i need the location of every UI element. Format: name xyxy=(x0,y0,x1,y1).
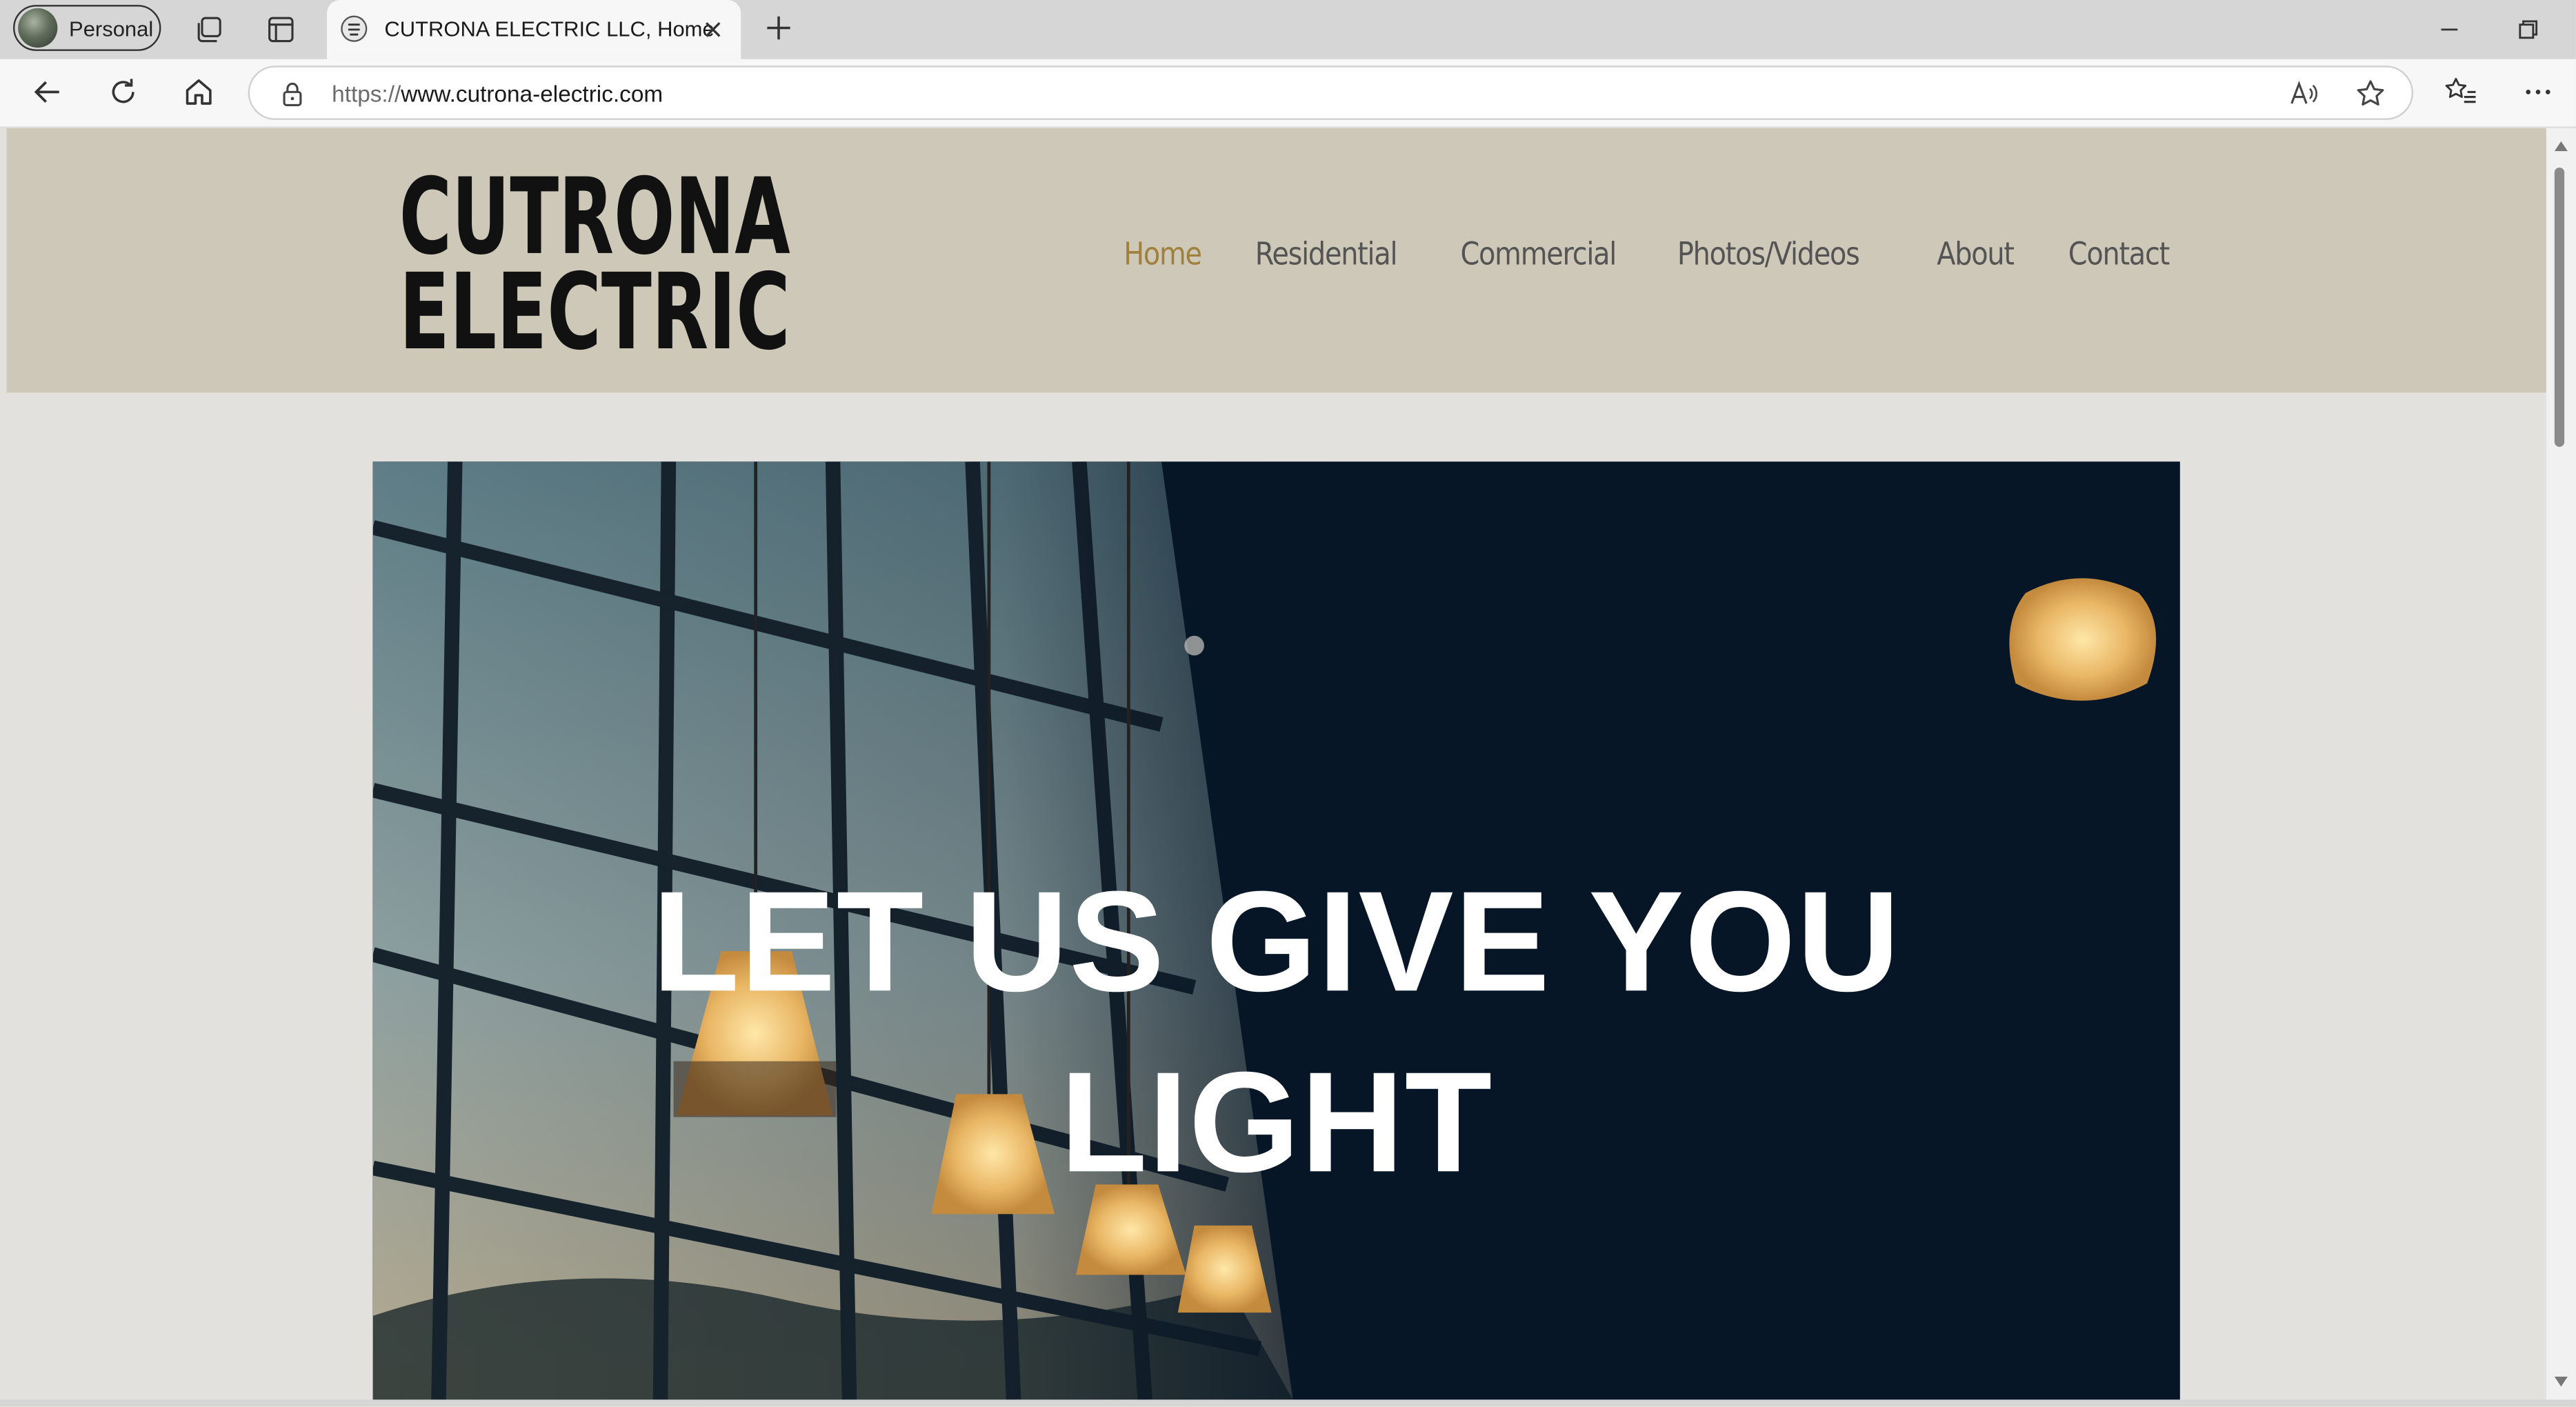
site-header: CUTRONA ELECTRIC Home Residential Commer… xyxy=(6,128,2546,393)
workspaces-icon[interactable] xyxy=(192,13,226,46)
profile-button[interactable]: Personal xyxy=(13,5,161,51)
nav-commercial[interactable]: Commercial xyxy=(1461,237,1617,272)
page-scrollbar[interactable] xyxy=(2546,128,2576,1400)
tab-title: CUTRONA ELECTRIC LLC, Home xyxy=(384,16,715,41)
scroll-up-icon[interactable] xyxy=(2553,138,2569,154)
minimize-icon[interactable] xyxy=(2433,13,2466,46)
avatar xyxy=(18,8,58,48)
active-tab[interactable]: CUTRONA ELECTRIC LLC, Home xyxy=(326,0,741,59)
scroll-down-icon[interactable] xyxy=(2553,1373,2569,1390)
url-text[interactable]: https://www.cutrona-electric.com xyxy=(332,81,663,107)
address-bar[interactable]: https://www.cutrona-electric.com xyxy=(248,66,2413,120)
page-viewport: CUTRONA ELECTRIC Home Residential Commer… xyxy=(6,128,2546,1400)
home-icon[interactable] xyxy=(181,74,217,110)
tab-strip: Personal CUTRONA ELECTRIC LLC, Home xyxy=(0,0,2576,59)
favorite-star-icon[interactable] xyxy=(2354,77,2387,110)
tab-actions-icon[interactable] xyxy=(264,13,297,46)
url-host: www.cutrona-electric.com xyxy=(401,80,663,107)
refresh-icon[interactable] xyxy=(105,74,141,110)
site-favicon-icon xyxy=(341,15,368,42)
hero-headline: LET US GIVE YOU LIGHT xyxy=(373,852,2180,1214)
scrollbar-thumb[interactable] xyxy=(2554,167,2565,447)
hero-banner: LET US GIVE YOU LIGHT xyxy=(372,461,2180,1400)
nav-about[interactable]: About xyxy=(1937,237,2015,272)
profile-label: Personal xyxy=(69,15,154,41)
nav-contact[interactable]: Contact xyxy=(2068,237,2170,272)
new-tab-icon[interactable] xyxy=(762,12,795,45)
back-icon[interactable] xyxy=(30,74,66,110)
window-bottom-edge xyxy=(0,1399,2576,1406)
hero-headline-line-1: LET US GIVE YOU xyxy=(652,862,1901,1022)
lock-icon[interactable] xyxy=(279,79,306,108)
browser-toolbar: https://www.cutrona-electric.com xyxy=(0,59,2576,128)
favorites-icon[interactable] xyxy=(2443,74,2479,110)
logo-line-2: ELECTRIC xyxy=(399,251,790,355)
nav-home[interactable]: Home xyxy=(1124,237,1202,272)
restore-icon[interactable] xyxy=(2512,13,2545,46)
nav-photos-videos[interactable]: Photos/Videos xyxy=(1677,237,1860,272)
read-aloud-icon[interactable] xyxy=(2287,77,2320,110)
more-icon[interactable] xyxy=(2520,74,2556,110)
nav-residential[interactable]: Residential xyxy=(1255,237,1398,272)
logo[interactable]: CUTRONA ELECTRIC xyxy=(395,164,795,355)
hero-headline-line-2: LIGHT xyxy=(1059,1043,1493,1203)
close-tab-icon[interactable] xyxy=(698,14,728,44)
url-scheme: https:// xyxy=(332,80,401,107)
